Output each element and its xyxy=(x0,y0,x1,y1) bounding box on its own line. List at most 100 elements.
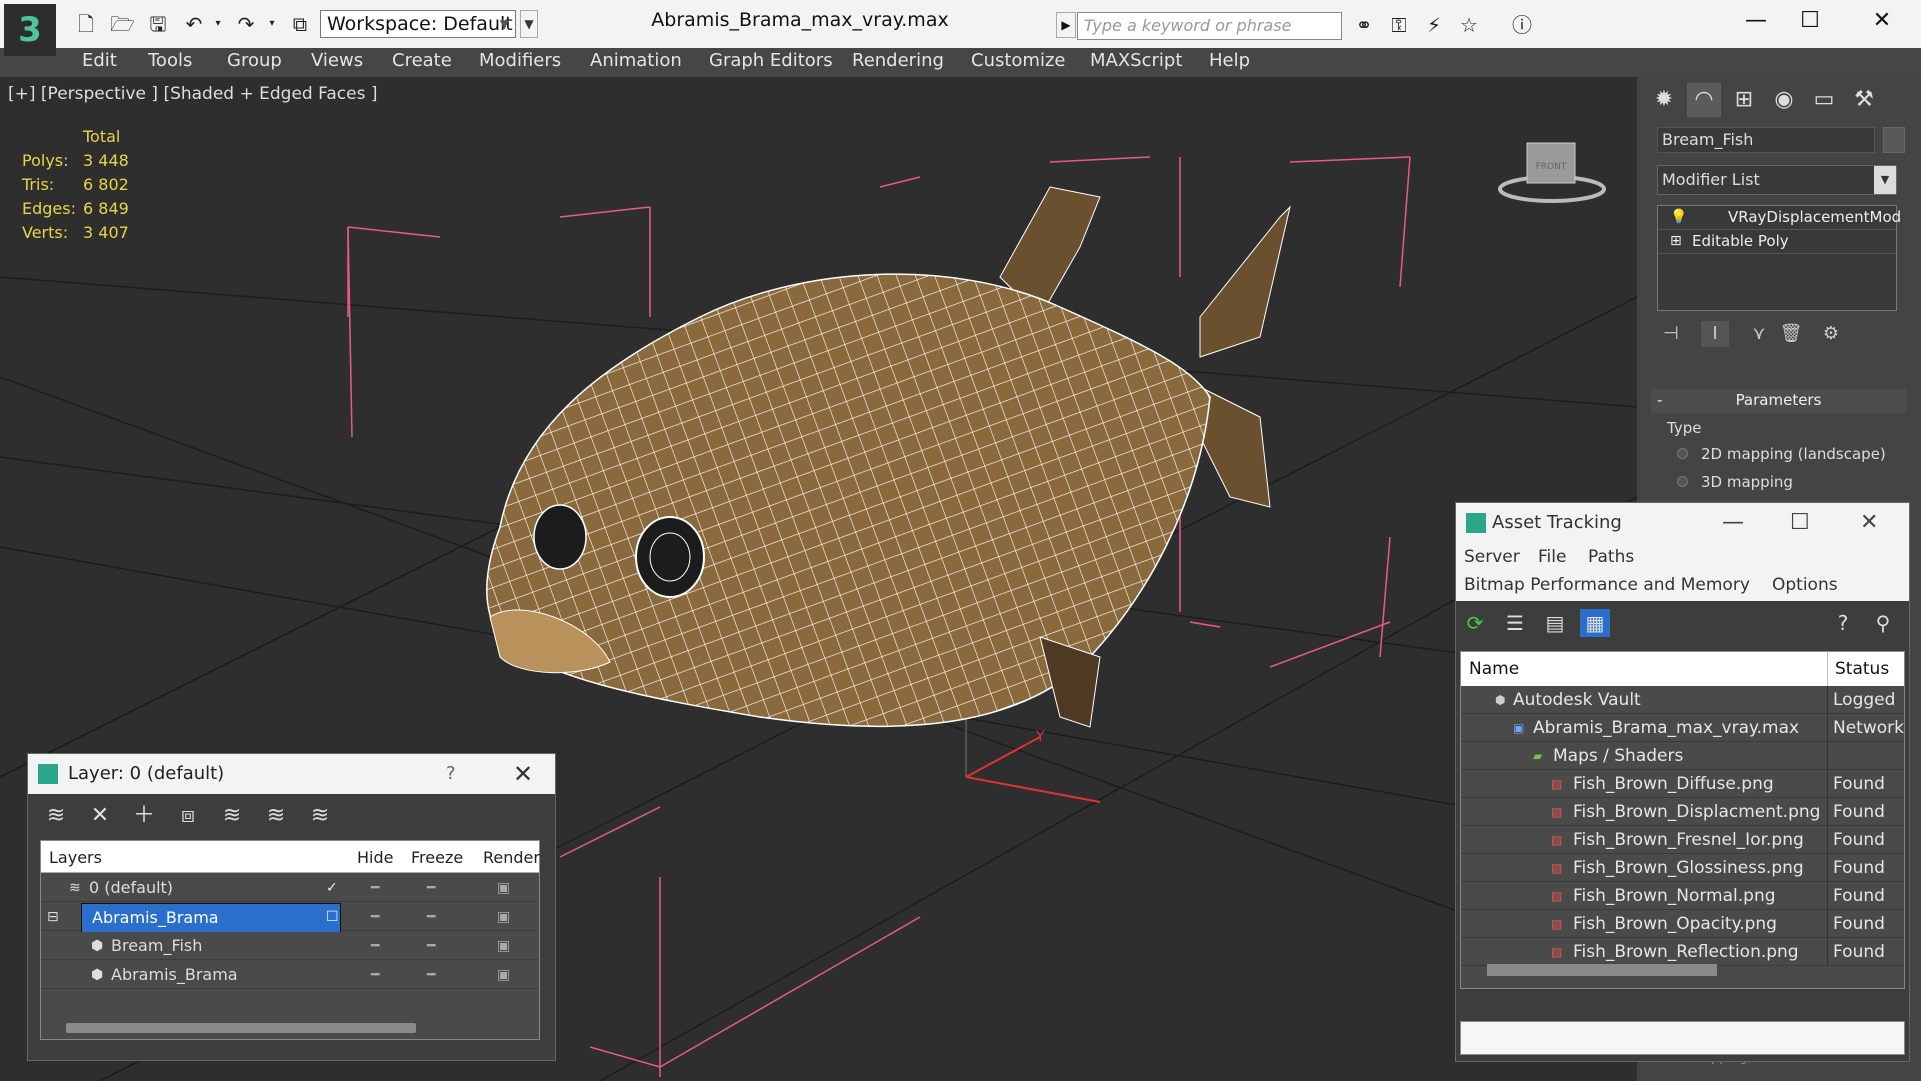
column-status[interactable]: Status xyxy=(1835,659,1889,679)
lightbulb-icon[interactable]: 💡 xyxy=(1670,206,1687,228)
horizontal-scrollbar[interactable] xyxy=(1487,964,1717,976)
key-icon[interactable]: ⚿ xyxy=(1385,12,1413,38)
refresh-icon[interactable]: ⟳ xyxy=(1460,609,1490,637)
collapse-minus-icon[interactable]: ⊟ xyxy=(47,903,59,931)
binoculars-icon[interactable]: ⚭ xyxy=(1350,12,1378,38)
project-folder-icon[interactable]: ⧉ xyxy=(288,12,312,36)
asset-row[interactable]: ▧ Fish_Brown_Glossiness.png Found xyxy=(1461,854,1904,882)
menu-create[interactable]: Create xyxy=(392,50,452,71)
menu-group[interactable]: Group xyxy=(227,50,282,71)
layer-row[interactable]: ⊟ Abramis_Brama ☐ ━ ━ ▣ xyxy=(41,903,539,933)
layer-name[interactable]: 0 (default) xyxy=(85,874,179,902)
asset-row[interactable]: ▣ Abramis_Brama_max_vray.max Network xyxy=(1461,714,1904,742)
render-toggle-icon[interactable]: ▣ xyxy=(497,874,510,902)
context-help-icon[interactable]: ⚲ xyxy=(1868,609,1898,637)
table-view-icon[interactable]: ▦ xyxy=(1580,609,1610,637)
asset-path-field[interactable] xyxy=(1460,1021,1905,1055)
parameters-rollout-header[interactable]: - Parameters xyxy=(1651,389,1906,413)
render-toggle-icon[interactable]: ▣ xyxy=(497,961,510,989)
menu-options[interactable]: Options xyxy=(1772,575,1838,595)
hide-toggle[interactable]: ━ xyxy=(371,961,379,989)
radio-button[interactable] xyxy=(1677,476,1688,487)
menu-server[interactable]: Server xyxy=(1464,547,1520,567)
menu-bitmap-performance[interactable]: Bitmap Performance and Memory xyxy=(1464,575,1750,595)
radio-3d-mapping[interactable]: 3D mapping xyxy=(1677,471,1917,493)
asset-row[interactable]: ▧ Fish_Brown_Displacment.png Found xyxy=(1461,798,1904,826)
select-layer-objects-icon[interactable]: ⧈ xyxy=(174,802,202,830)
hierarchy-tab-icon[interactable]: ⊞ xyxy=(1727,83,1761,117)
expand-plus-icon[interactable]: ⊞ xyxy=(1670,230,1682,252)
menu-maxscript[interactable]: MAXScript xyxy=(1090,50,1182,71)
open-file-icon[interactable]: 🗁 xyxy=(110,12,135,36)
show-end-result-icon[interactable]: Ⅰ xyxy=(1701,321,1729,347)
help-icon[interactable]: ? xyxy=(446,754,456,794)
menu-paths[interactable]: Paths xyxy=(1588,547,1634,567)
list-view-icon[interactable]: ☰ xyxy=(1500,609,1530,637)
radio-2d-mapping[interactable]: 2D mapping (landscape) xyxy=(1677,443,1917,465)
display-tab-icon[interactable]: ▭ xyxy=(1807,83,1841,117)
search-input[interactable]: Type a keyword or phrase xyxy=(1077,12,1342,40)
freeze-toggle[interactable]: ━ xyxy=(427,932,435,960)
hide-toggle[interactable]: ━ xyxy=(371,932,379,960)
menu-tools[interactable]: Tools xyxy=(148,50,192,71)
menu-rendering[interactable]: Rendering xyxy=(852,50,944,71)
freeze-toggle[interactable]: ━ xyxy=(427,961,435,989)
help-icon[interactable]: ⓘ xyxy=(1508,12,1536,38)
layer-row[interactable]: ⬢ Bream_Fish ━ ━ ▣ xyxy=(41,932,539,960)
object-name-field[interactable]: Bream_Fish xyxy=(1657,127,1875,153)
minimize-button[interactable]: — xyxy=(1736,6,1776,36)
menu-animation[interactable]: Animation xyxy=(590,50,682,71)
layer-name[interactable]: Abramis_Brama xyxy=(81,903,341,933)
asset-row[interactable]: ▧ Fish_Brown_Diffuse.png Found xyxy=(1461,770,1904,798)
create-tab-icon[interactable]: ✹ xyxy=(1647,83,1681,117)
menu-file[interactable]: File xyxy=(1538,547,1566,567)
layer-options-icon[interactable]: ≋ xyxy=(42,802,70,830)
remove-modifier-icon[interactable]: 🗑 xyxy=(1777,321,1805,347)
stack-item-vray-displacement[interactable]: 💡 VRayDisplacementMod xyxy=(1658,206,1901,230)
layer-name[interactable]: Abramis_Brama xyxy=(107,961,244,989)
close-icon[interactable]: ✕ xyxy=(513,754,533,794)
asset-row[interactable]: ▰ Maps / Shaders xyxy=(1461,742,1904,770)
modifier-list-dropdown[interactable]: Modifier List ▼ xyxy=(1657,165,1897,195)
layer-name[interactable]: Bream_Fish xyxy=(107,932,208,960)
active-layer-check[interactable]: ✓ xyxy=(326,874,338,902)
delete-layer-icon[interactable]: ✕ xyxy=(86,802,114,830)
column-render[interactable]: Render xyxy=(483,848,540,867)
active-layer-toggle[interactable]: ☐ xyxy=(326,903,339,931)
save-file-icon[interactable]: 🖫 xyxy=(146,12,170,36)
subscription-icon[interactable]: ⚡ xyxy=(1420,12,1448,38)
object-color-swatch[interactable] xyxy=(1883,127,1905,153)
menu-help[interactable]: Help xyxy=(1209,50,1250,71)
fish-model[interactable] xyxy=(486,186,1291,728)
horizontal-scrollbar[interactable] xyxy=(66,1023,416,1033)
redo-icon[interactable]: ↷ xyxy=(234,12,258,36)
asset-row[interactable]: ▧ Fish_Brown_Reflection.png Found xyxy=(1461,938,1904,966)
hide-toggle[interactable]: ━ xyxy=(371,903,379,931)
new-file-icon[interactable]: 🗋 xyxy=(74,12,98,36)
menu-customize[interactable]: Customize xyxy=(971,50,1065,71)
layer-row[interactable]: ⬢ Abramis_Brama ━ ━ ▣ xyxy=(41,961,539,989)
column-name[interactable]: Name xyxy=(1469,659,1519,679)
motion-tab-icon[interactable]: ◉ xyxy=(1767,83,1801,117)
menu-views[interactable]: Views xyxy=(311,50,363,71)
customize-toolbar-icon[interactable]: ▼ xyxy=(520,10,538,38)
detail-view-icon[interactable]: ▤ xyxy=(1540,609,1570,637)
viewcube-icon[interactable]: FRONT xyxy=(1497,133,1607,203)
hide-toggle[interactable]: ━ xyxy=(371,874,379,902)
hide-all-layers-icon[interactable]: ≋ xyxy=(262,802,290,830)
render-toggle-icon[interactable]: ▣ xyxy=(497,903,510,931)
help-query-icon[interactable]: ? xyxy=(1828,609,1858,637)
asset-row[interactable]: ⬢ Autodesk Vault Logged xyxy=(1461,686,1904,714)
asset-row[interactable]: ▧ Fish_Brown_Opacity.png Found xyxy=(1461,910,1904,938)
close-button[interactable]: ✕ xyxy=(1860,503,1878,543)
maximize-button[interactable]: ☐ xyxy=(1790,503,1810,543)
column-separator[interactable] xyxy=(1827,652,1828,686)
freeze-toggle[interactable]: ━ xyxy=(427,874,435,902)
pin-stack-icon[interactable]: ⊣ xyxy=(1657,321,1685,347)
redo-dropdown-icon[interactable]: ▾ xyxy=(260,12,284,36)
column-freeze[interactable]: Freeze xyxy=(411,848,463,867)
column-layers[interactable]: Layers xyxy=(49,848,102,867)
stack-item-editable-poly[interactable]: ⊞ Editable Poly xyxy=(1658,230,1896,254)
menu-graph-editors[interactable]: Graph Editors xyxy=(709,50,833,71)
add-layer-icon[interactable]: ＋ xyxy=(130,802,158,830)
